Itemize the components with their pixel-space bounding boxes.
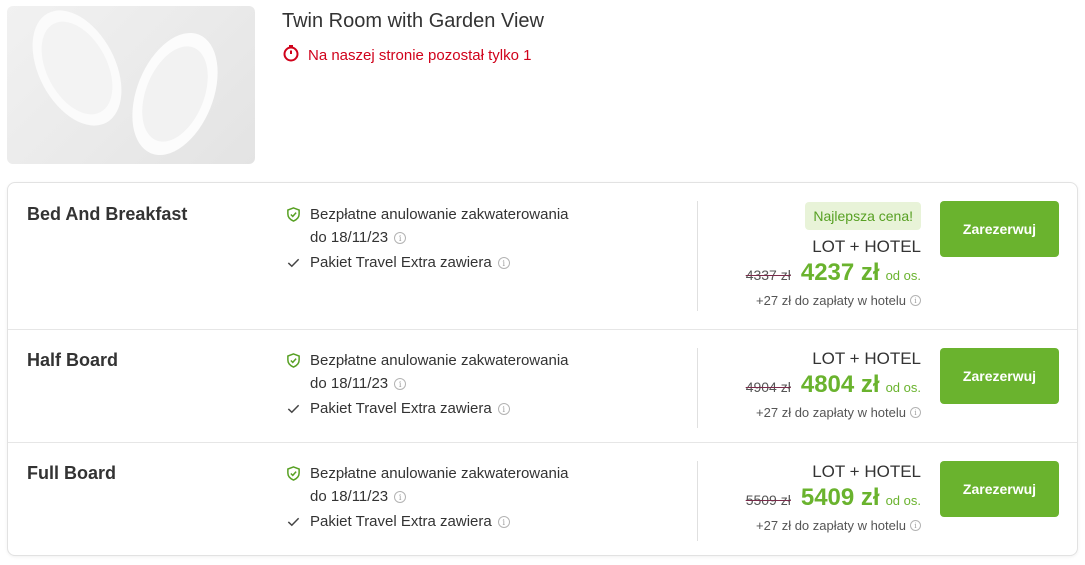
checkmark-icon [285, 397, 302, 420]
current-price: 5409 zł [800, 484, 880, 511]
best-price-badge: Najlepsza cena! [805, 202, 921, 230]
info-icon[interactable]: i [394, 232, 407, 245]
old-price: 4904 zł [745, 379, 791, 395]
offer-features: Bezpłatne anulowanie zakwaterowania do 1… [285, 349, 615, 420]
stopwatch-icon [282, 44, 300, 66]
travel-extra-text: Pakiet Travel Extra zawiera [310, 513, 492, 530]
availability-text: Na naszej stronie pozostał tylko 1 [308, 46, 532, 64]
hotel-fee-text: +27 zł do zapłaty w hotelu [756, 293, 906, 308]
info-icon[interactable]: i [497, 516, 510, 529]
info-icon[interactable]: i [497, 403, 510, 416]
checkmark-icon [285, 251, 302, 274]
info-icon[interactable]: i [910, 407, 921, 418]
travel-extra-text: Pakiet Travel Extra zawiera [310, 254, 492, 271]
divider [697, 348, 698, 428]
per-person-label: od os. [885, 268, 921, 283]
book-button[interactable]: Zarezerwuj [940, 461, 1059, 517]
price-block: LOT + HOTEL 4904 zł 4804 zł od os. +27 z… [746, 349, 921, 420]
availability-notice: Na naszej stronie pozostał tylko 1 [282, 44, 531, 66]
current-price: 4237 zł [800, 259, 880, 286]
old-price: 4337 zł [745, 267, 791, 283]
cancellation-text: Bezpłatne anulowanie zakwaterowania [310, 352, 569, 369]
book-button[interactable]: Zarezerwuj [940, 201, 1059, 257]
info-icon[interactable]: i [394, 378, 407, 391]
hotel-fee: +27 zł do zapłaty w hotelu i [746, 518, 921, 533]
package-label: LOT + HOTEL [812, 462, 921, 481]
offer-features: Bezpłatne anulowanie zakwaterowania do 1… [285, 462, 615, 533]
board-name: Bed And Breakfast [27, 204, 188, 224]
offer-row-full-board: Full Board Bezpłatne anulowanie zakwater… [8, 443, 1077, 556]
shield-check-icon [285, 462, 302, 485]
hotel-fee-text: +27 zł do zapłaty w hotelu [756, 518, 906, 533]
info-icon[interactable]: i [910, 295, 921, 306]
per-person-label: od os. [885, 493, 921, 508]
cancellation-text: Bezpłatne anulowanie zakwaterowania [310, 465, 569, 482]
cancellation-date: do 18/11/23 [310, 488, 389, 505]
hotel-fee: +27 zł do zapłaty w hotelu i [746, 405, 921, 420]
per-person-label: od os. [885, 380, 921, 395]
price-block: Najlepsza cena! LOT + HOTEL 4337 zł 4237… [746, 202, 921, 308]
price-block: LOT + HOTEL 5509 zł 5409 zł od os. +27 z… [746, 462, 921, 533]
board-name: Full Board [27, 463, 116, 483]
divider [697, 201, 698, 311]
cancellation-date: do 18/11/23 [310, 375, 389, 392]
current-price: 4804 zł [800, 371, 880, 398]
package-label: LOT + HOTEL [812, 349, 921, 368]
shield-check-icon [285, 349, 302, 372]
cancellation-text: Bezpłatne anulowanie zakwaterowania [310, 206, 569, 223]
offer-features: Bezpłatne anulowanie zakwaterowania do 1… [285, 203, 615, 274]
shield-check-icon [285, 203, 302, 226]
checkmark-icon [285, 510, 302, 533]
travel-extra-text: Pakiet Travel Extra zawiera [310, 400, 492, 417]
cancellation-date: do 18/11/23 [310, 229, 389, 246]
hotel-fee: +27 zł do zapłaty w hotelu i [746, 293, 921, 308]
board-name: Half Board [27, 350, 119, 370]
offer-row-bed-and-breakfast: Bed And Breakfast Bezpłatne anulowanie z… [8, 183, 1077, 330]
hotel-fee-text: +27 zł do zapłaty w hotelu [756, 405, 906, 420]
room-photo[interactable] [7, 6, 255, 164]
offers-list: Bed And Breakfast Bezpłatne anulowanie z… [7, 182, 1078, 556]
room-title: Twin Room with Garden View [282, 10, 544, 32]
book-button[interactable]: Zarezerwuj [940, 348, 1059, 404]
info-icon[interactable]: i [497, 257, 510, 270]
offer-row-half-board: Half Board Bezpłatne anulowanie zakwater… [8, 330, 1077, 443]
divider [697, 461, 698, 541]
slippers-image [32, 10, 218, 156]
old-price: 5509 zł [745, 492, 791, 508]
package-label: LOT + HOTEL [812, 237, 921, 256]
info-icon[interactable]: i [910, 520, 921, 531]
info-icon[interactable]: i [394, 491, 407, 504]
